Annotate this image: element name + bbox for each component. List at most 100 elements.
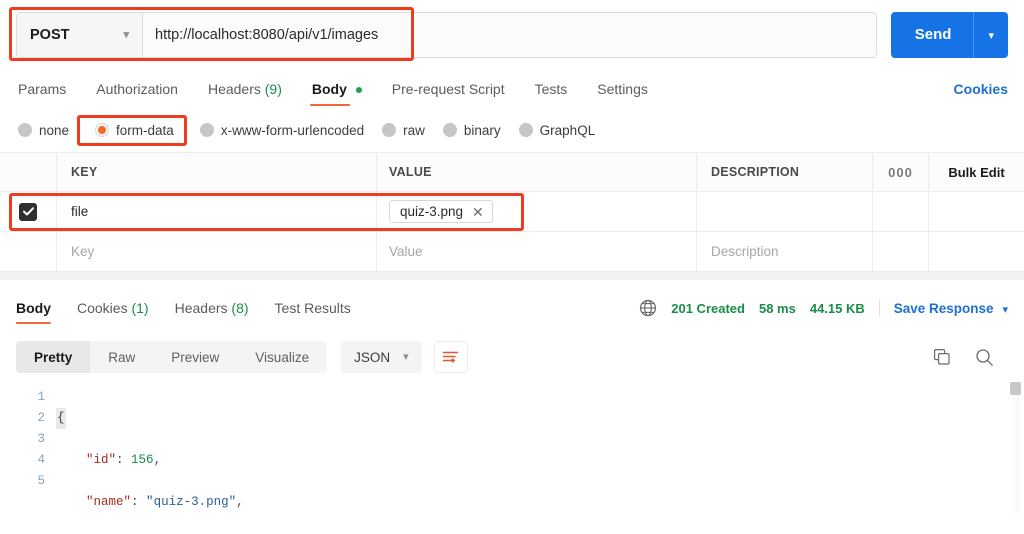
row-checkbox-checked[interactable]	[19, 202, 37, 221]
tab-headers-count: (9)	[264, 81, 282, 97]
table-row: file quiz-3.png ✕	[0, 192, 1024, 232]
vertical-scrollbar-thumb[interactable]	[1010, 382, 1021, 395]
table-header-row: KEY VALUE DESCRIPTION 000 Bulk Edit	[0, 152, 1024, 192]
column-header-value: VALUE	[389, 165, 432, 179]
body-type-x-www-form-urlencoded-label: x-www-form-urlencoded	[220, 122, 365, 138]
table-options-icon[interactable]: 000	[888, 165, 913, 180]
postman-request-response-view: POST ▾ http://localhost:8080/api/v1/imag…	[0, 0, 1024, 534]
copy-icon[interactable]	[933, 348, 951, 366]
body-type-binary[interactable]: binary	[442, 123, 501, 138]
http-method-select[interactable]: POST ▾	[17, 13, 143, 57]
row-description-cell[interactable]	[696, 192, 872, 231]
send-button[interactable]: Send ▾	[890, 12, 1008, 58]
chevron-down-icon: ▾	[123, 28, 129, 41]
response-tab-cookies[interactable]: Cookies (1)	[77, 288, 149, 328]
format-raw[interactable]: Raw	[90, 341, 153, 373]
empty-row-description-placeholder: Description	[711, 244, 779, 259]
empty-row-key-cell[interactable]: Key	[56, 232, 376, 271]
column-header-key: KEY	[71, 165, 98, 179]
vertical-scrollbar-track[interactable]	[1013, 382, 1020, 514]
body-type-form-data[interactable]: form-data	[87, 123, 182, 138]
tab-params[interactable]: Params	[16, 70, 68, 108]
save-response-button[interactable]: Save Response ▾	[894, 300, 1008, 316]
response-tab-headers-count: (8)	[231, 300, 249, 316]
body-type-graphql[interactable]: GraphQL	[518, 123, 595, 138]
wrap-text-icon	[442, 351, 459, 363]
format-preview[interactable]: Preview	[153, 341, 237, 373]
response-size[interactable]: 44.15 KB	[810, 301, 865, 316]
row-bulk-cell	[928, 192, 1024, 231]
send-button-label: Send	[891, 12, 975, 58]
response-status[interactable]: 201 Created	[671, 301, 745, 316]
empty-row-value-placeholder: Value	[389, 244, 423, 259]
tab-headers-label: Headers	[207, 81, 261, 97]
language-select[interactable]: JSON ▾	[341, 341, 422, 373]
response-body-viewer[interactable]: 1 2 3 4 5 { "id": 156, "name": "quiz-3.p…	[0, 380, 1024, 534]
bulk-edit-button[interactable]: Bulk Edit	[948, 165, 1004, 180]
tab-settings[interactable]: Settings	[595, 70, 650, 108]
json-line-name: "name": "quiz-3.png",	[86, 495, 244, 509]
wrap-text-button[interactable]	[433, 341, 468, 373]
body-type-none[interactable]: none	[18, 123, 69, 138]
tab-settings-label: Settings	[597, 81, 648, 97]
body-type-x-www-form-urlencoded[interactable]: x-www-form-urlencoded	[199, 122, 365, 138]
header-checkbox-cell	[0, 153, 56, 191]
line-number: 4	[37, 453, 45, 467]
radio-icon	[382, 123, 397, 137]
response-tab-body[interactable]: Body	[16, 288, 51, 328]
tab-body[interactable]: Body	[309, 70, 364, 108]
file-chip[interactable]: quiz-3.png ✕	[389, 200, 493, 223]
body-type-raw-label: raw	[403, 122, 425, 138]
tab-authorization[interactable]: Authorization	[94, 70, 180, 108]
radio-icon	[518, 123, 533, 137]
empty-row-bulk-cell	[928, 232, 1024, 271]
row-key-text: file	[71, 204, 89, 219]
format-preview-label: Preview	[171, 349, 220, 365]
row-key-cell[interactable]: file	[56, 192, 376, 231]
url-input[interactable]: http://localhost:8080/api/v1/images	[143, 13, 876, 57]
json-value-name: quiz-3.png	[153, 495, 229, 509]
tab-tests[interactable]: Tests	[533, 70, 570, 108]
format-visualize[interactable]: Visualize	[237, 341, 327, 373]
tab-pre-request-script[interactable]: Pre-request Script	[390, 70, 507, 108]
radio-selected-icon	[95, 123, 110, 137]
line-number: 3	[37, 432, 45, 446]
response-tab-test-results[interactable]: Test Results	[275, 288, 351, 328]
remove-file-close-icon[interactable]: ✕	[472, 205, 484, 219]
body-type-raw[interactable]: raw	[382, 123, 425, 138]
send-options-chevron-down-icon[interactable]: ▾	[974, 29, 1008, 42]
line-number-gutter: 1 2 3 4 5	[0, 380, 56, 534]
globe-icon[interactable]	[639, 299, 657, 317]
url-group: POST ▾ http://localhost:8080/api/v1/imag…	[16, 12, 877, 58]
radio-icon	[199, 123, 214, 137]
response-tab-test-results-label: Test Results	[274, 300, 351, 316]
tab-headers[interactable]: Headers (9)	[206, 70, 284, 108]
search-icon[interactable]	[975, 348, 994, 367]
response-meta: 201 Created 58 ms 44.15 KB Save Response…	[639, 299, 1008, 317]
tab-authorization-label: Authorization	[96, 81, 178, 97]
body-modified-dot-icon	[355, 87, 362, 94]
json-code[interactable]: { "id": 156, "name": "quiz-3.png", "type…	[56, 380, 1024, 534]
response-tab-headers[interactable]: Headers (8)	[175, 288, 249, 328]
tab-pre-request-script-label: Pre-request Script	[391, 81, 505, 97]
response-time[interactable]: 58 ms	[759, 301, 796, 316]
table-empty-row: Key Value Description	[0, 232, 1024, 272]
json-line-open-brace: {	[56, 408, 1024, 429]
chevron-down-icon: ▾	[403, 350, 409, 363]
empty-row-description-cell[interactable]: Description	[696, 232, 872, 271]
format-pretty[interactable]: Pretty	[16, 341, 91, 373]
url-text: http://localhost:8080/api/v1/images	[155, 27, 379, 43]
row-value-cell[interactable]: quiz-3.png ✕	[376, 192, 696, 231]
line-number: 5	[37, 474, 45, 488]
empty-row-value-cell[interactable]: Value	[376, 232, 696, 271]
form-data-table: KEY VALUE DESCRIPTION 000 Bulk Edit file…	[0, 152, 1024, 272]
radio-icon	[442, 123, 457, 137]
response-tab-cookies-label: Cookies	[77, 300, 128, 316]
column-header-description: DESCRIPTION	[711, 165, 800, 179]
response-tab-cookies-count: (1)	[131, 300, 149, 316]
empty-row-options-cell	[872, 232, 928, 271]
check-icon	[22, 207, 34, 216]
empty-row-checkbox-cell	[0, 232, 56, 271]
empty-row-key-placeholder: Key	[71, 244, 95, 259]
cookies-link[interactable]: Cookies	[954, 81, 1008, 97]
